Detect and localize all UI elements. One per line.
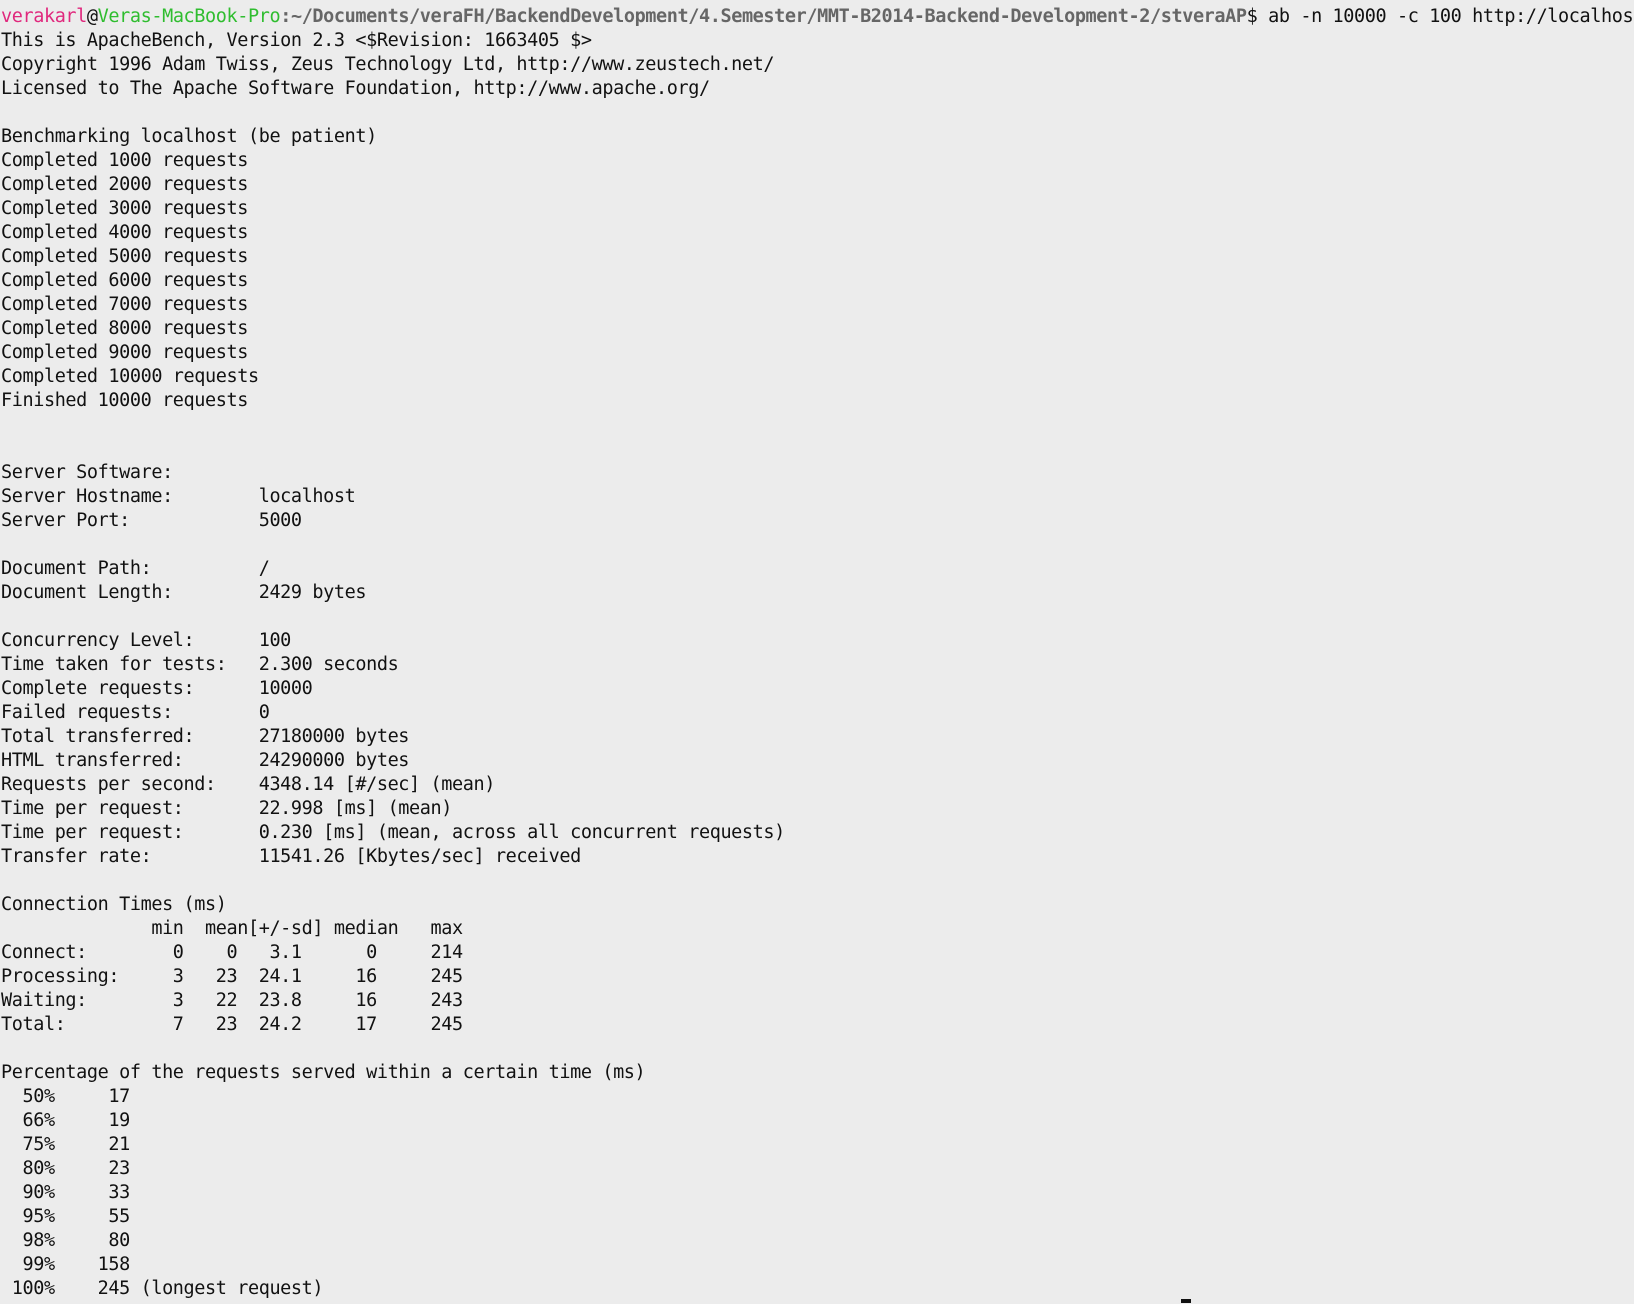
output-line: Finished 10000 requests: [1, 390, 248, 411]
output-line: Completed 1000 requests: [1, 150, 248, 171]
output-line: Copyright 1996 Adam Twiss, Zeus Technolo…: [1, 54, 775, 75]
output-line: 98% 80: [1, 1230, 130, 1251]
output-line: Time taken for tests: 2.300 seconds: [1, 654, 399, 675]
output-line: 100% 245 (longest request): [1, 1278, 324, 1299]
prompt-colon: :: [280, 6, 291, 27]
output-line: Total: 7 23 24.2 17 245: [1, 1014, 463, 1035]
output-line: 80% 23: [1, 1158, 130, 1179]
output-line: Time per request: 0.230 [ms] (mean, acro…: [1, 822, 785, 843]
output-line: HTML transferred: 24290000 bytes: [1, 750, 410, 771]
output-line: 66% 19: [1, 1110, 130, 1131]
prompt-line: verakarl@Veras-MacBook-Pro:~/Documents/v…: [0, 5, 1634, 29]
output-line: 75% 21: [1, 1134, 130, 1155]
output-line: Requests per second: 4348.14 [#/sec] (me…: [1, 774, 495, 795]
terminal-window[interactable]: verakarl@Veras-MacBook-Pro:~/Documents/v…: [0, 0, 1634, 1304]
output-line: Completed 7000 requests: [1, 294, 248, 315]
terminal-output: verakarl@Veras-MacBook-Pro:~/Documents/v…: [0, 5, 1634, 1301]
output-line: Benchmarking localhost (be patient): [1, 126, 377, 147]
output-line: 99% 158: [1, 1254, 130, 1275]
output-line: Failed requests: 0: [1, 702, 270, 723]
output-line: min mean[+/-sd] median max: [1, 918, 463, 939]
output-line: Total transferred: 27180000 bytes: [1, 726, 410, 747]
output-line: Completed 2000 requests: [1, 174, 248, 195]
prompt-host: Veras-MacBook-Pro: [97, 6, 281, 27]
output-line: Server Software:: [1, 462, 173, 483]
prompt-dollar: $: [1246, 6, 1269, 27]
output-line: Licensed to The Apache Software Foundati…: [1, 78, 710, 99]
output-line: Waiting: 3 22 23.8 16 243: [1, 990, 463, 1011]
output-line: Processing: 3 23 24.1 16 245: [1, 966, 463, 987]
output-line: Percentage of the requests served within…: [1, 1062, 646, 1083]
output-line: 50% 17: [1, 1086, 130, 1107]
output-line: Complete requests: 10000: [1, 678, 313, 699]
prompt-at: @: [86, 6, 98, 27]
output-line: Connect: 0 0 3.1 0 214: [1, 942, 463, 963]
output-line: Completed 9000 requests: [1, 342, 248, 363]
prompt-path: ~/Documents/veraFH/BackendDevelopment/4.…: [290, 6, 1247, 27]
output-line: Completed 8000 requests: [1, 318, 248, 339]
output-line: Completed 4000 requests: [1, 222, 248, 243]
prompt-command: ab -n 10000 -c 100 http://localhost:5000…: [1268, 6, 1634, 27]
prompt-user: verakarl: [1, 6, 87, 27]
output-line: This is ApacheBench, Version 2.3 <$Revis…: [1, 30, 592, 51]
output-line: Completed 10000 requests: [1, 366, 259, 387]
output-line: Completed 3000 requests: [1, 198, 248, 219]
output-line: Concurrency Level: 100: [1, 630, 291, 651]
output-line: Transfer rate: 11541.26 [Kbytes/sec] rec…: [1, 846, 581, 867]
output-line: Document Length: 2429 bytes: [1, 582, 367, 603]
output-line: Server Hostname: localhost: [1, 486, 356, 507]
output-line: Document Path: /: [1, 558, 270, 579]
output-line: Completed 5000 requests: [1, 246, 248, 267]
output-line: Server Port: 5000: [1, 510, 302, 531]
output-line: 95% 55: [1, 1206, 130, 1227]
terminal-cursor: [1181, 1299, 1191, 1303]
output-line: 90% 33: [1, 1182, 130, 1203]
output-line: Connection Times (ms): [1, 894, 227, 915]
output-line: Time per request: 22.998 [ms] (mean): [1, 798, 452, 819]
output-line: Completed 6000 requests: [1, 270, 248, 291]
